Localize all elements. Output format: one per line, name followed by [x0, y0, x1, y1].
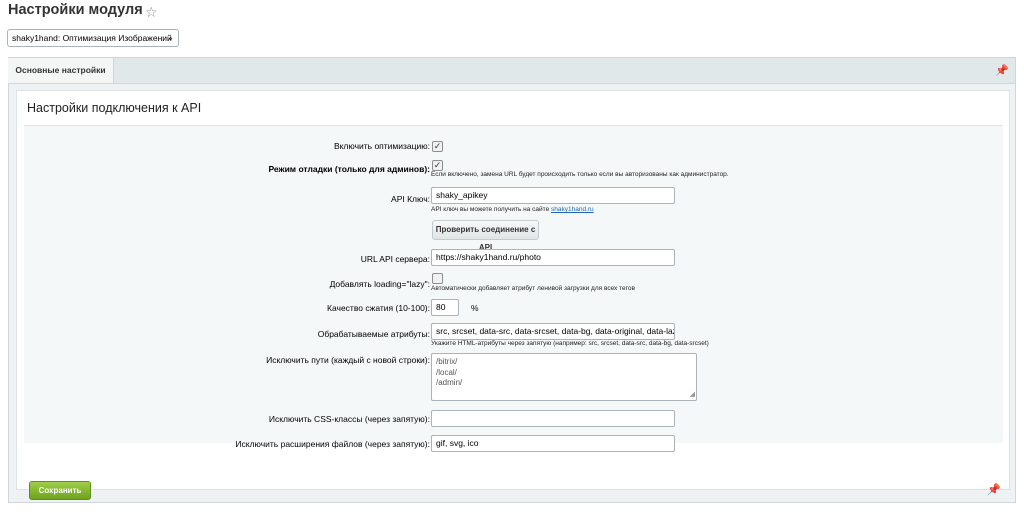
module-select-value: shaky1hand: Оптимизация Изображений: [12, 33, 172, 43]
exclude-css-input[interactable]: [431, 410, 675, 427]
save-button[interactable]: Сохранить: [29, 481, 91, 500]
exclude-path-line: /local/: [436, 367, 457, 377]
settings-section: Настройки подключения к API Включить опт…: [16, 90, 1010, 500]
resize-grip-icon[interactable]: ◢: [690, 390, 695, 401]
debug-mode-label: Режим отладки (только для админов):: [268, 164, 430, 174]
tab-main-settings[interactable]: Основные настройки: [8, 58, 114, 84]
quality-label: Качество сжатия (10-100):: [327, 303, 430, 313]
page-title: Настройки модуля: [8, 2, 143, 18]
check-connection-button[interactable]: Проверить соединение с API: [432, 220, 539, 252]
exclude-css-label: Исключить CSS-классы (через запятую):: [268, 414, 430, 424]
module-select[interactable]: shaky1hand: Оптимизация Изображений ⌄: [7, 29, 179, 47]
lazy-loading-label: Добавлять loading="lazy":: [329, 279, 430, 289]
enable-optimization-label: Включить оптимизацию:: [333, 141, 430, 151]
exclude-path-line: /admin/: [436, 378, 463, 387]
exclude-path-line: /bitrix/: [436, 357, 458, 366]
attributes-hint: Укажите HTML-атрибуты через запятую (нап…: [431, 340, 709, 347]
quality-unit: %: [471, 303, 479, 313]
api-key-input[interactable]: shaky_apikey: [431, 187, 675, 204]
exclude-ext-label: Исключить расширения файлов (через запят…: [235, 439, 430, 449]
api-key-label: API Ключ:: [391, 194, 430, 204]
quality-input[interactable]: 80: [431, 299, 459, 316]
debug-mode-hint: Если включено, замена URL будет происход…: [431, 171, 729, 178]
attributes-input[interactable]: src, srcset, data-src, data-srcset, data…: [431, 323, 675, 340]
api-key-site-link[interactable]: shaky1hand.ru: [551, 206, 594, 213]
attributes-label: Обрабатываемые атрибуты:: [317, 329, 430, 339]
exclude-paths-label: Исключить пути (каждый с новой строки):: [266, 355, 430, 365]
exclude-ext-input[interactable]: gif, svg, ico: [431, 435, 675, 452]
pin-icon[interactable]: 📌: [995, 64, 1009, 77]
server-url-label: URL API сервера:: [360, 254, 430, 264]
api-key-hint-text: API ключ вы можете получить на сайте: [431, 206, 550, 213]
enable-optimization-checkbox[interactable]: ✓: [432, 141, 443, 152]
api-key-hint: API ключ вы можете получить на сайте sha…: [431, 206, 594, 213]
settings-form: Включить оптимизацию: ✓ Режим отладки (т…: [24, 125, 1003, 452]
chevron-down-icon: ⌄: [167, 33, 174, 42]
server-url-input[interactable]: https://shaky1hand.ru/photo: [431, 249, 675, 266]
pin-icon[interactable]: 📌: [987, 483, 1001, 496]
lazy-loading-checkbox[interactable]: [432, 273, 443, 284]
exclude-paths-textarea[interactable]: /bitrix/ /local/ /admin/ ◢: [431, 353, 697, 401]
section-title: Настройки подключения к API: [27, 101, 202, 115]
settings-panel: Настройки подключения к API Включить опт…: [8, 83, 1016, 503]
debug-mode-checkbox[interactable]: ✓: [432, 160, 443, 171]
lazy-loading-hint: Автоматически добавляет атрибут ленивой …: [431, 285, 635, 292]
tab-bar: Основные настройки 📌: [8, 57, 1016, 84]
star-icon[interactable]: ☆: [145, 4, 158, 21]
